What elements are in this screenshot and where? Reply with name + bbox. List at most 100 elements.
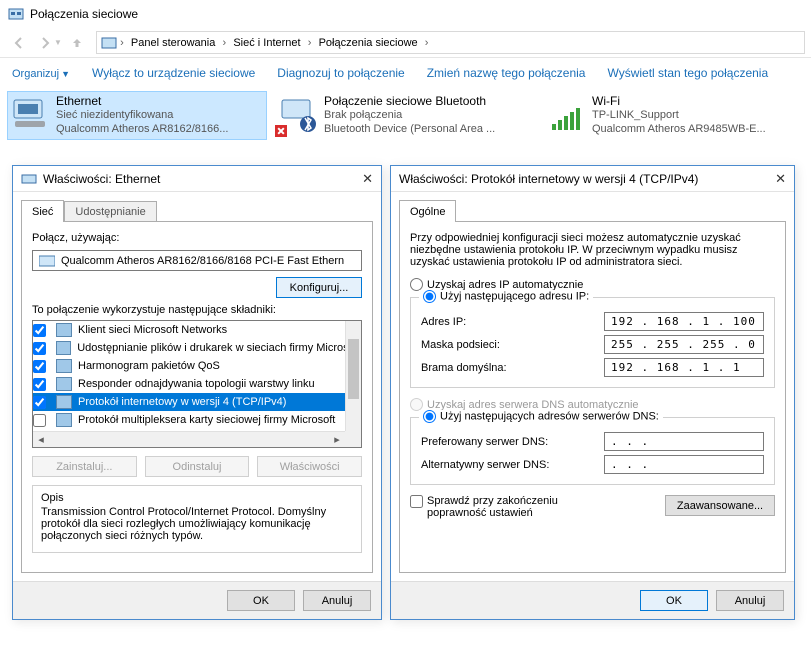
- wifi-icon: [546, 94, 586, 134]
- gateway-label: Brama domyślna:: [421, 362, 604, 374]
- dns1-label: Preferowany serwer DNS:: [421, 436, 604, 448]
- cancel-button[interactable]: Anuluj: [716, 590, 784, 611]
- connection-ethernet[interactable]: Ethernet Sieć niezidentyfikowana Qualcom…: [8, 92, 266, 139]
- component-icon: [56, 377, 72, 391]
- ok-button[interactable]: OK: [640, 590, 708, 611]
- connection-name: Połączenie sieciowe Bluetooth: [324, 94, 495, 109]
- connection-status: TP-LINK_Support: [592, 109, 766, 123]
- organize-menu[interactable]: Organizuj▼: [12, 66, 70, 80]
- nav-up-icon[interactable]: [66, 32, 88, 54]
- component-checkbox[interactable]: [33, 342, 46, 355]
- ipv4-properties-dialog: Właściwości: Protokół internetowy w wers…: [390, 165, 795, 620]
- window-title: Połączenia sieciowe: [30, 7, 138, 21]
- breadcrumb-item[interactable]: Panel sterowania: [127, 37, 219, 49]
- chevron-right-icon[interactable]: ›: [422, 37, 432, 49]
- connection-name: Ethernet: [56, 94, 228, 109]
- component-checkbox[interactable]: [33, 378, 46, 391]
- dns-manual-radio[interactable]: [423, 410, 436, 423]
- navbar: ▼ › Panel sterowania › Sieć i Internet ›…: [0, 28, 811, 58]
- list-item[interactable]: Harmonogram pakietów QoS: [33, 357, 345, 375]
- component-checkbox[interactable]: [33, 360, 46, 373]
- rename-button[interactable]: Zmień nazwę tego połączenia: [427, 66, 586, 80]
- status-button[interactable]: Wyświetl stan tego połączenia: [607, 66, 768, 80]
- close-button[interactable]: ✕: [756, 171, 786, 187]
- cancel-button[interactable]: Anuluj: [303, 590, 371, 611]
- connection-bluetooth[interactable]: Połączenie sieciowe Bluetooth Brak połąc…: [276, 92, 534, 139]
- connect-using-label: Połącz, używając:: [32, 232, 362, 244]
- intro-text: Przy odpowiedniej konfiguracji sieci moż…: [410, 232, 775, 268]
- ethernet-properties-dialog: Właściwości: Ethernet ✕ Sieć Udostępnian…: [12, 165, 382, 620]
- chevron-right-icon[interactable]: ›: [219, 37, 229, 49]
- subnet-mask-input[interactable]: 255 . 255 . 255 . 0: [604, 335, 764, 354]
- toolbar: Organizuj▼ Wyłącz to urządzenie sieciowe…: [0, 58, 811, 88]
- bluetooth-icon: [278, 94, 318, 134]
- network-connections-icon: [8, 6, 24, 22]
- vertical-scrollbar[interactable]: [345, 321, 361, 431]
- component-checkbox[interactable]: [33, 414, 46, 427]
- address-icon: [101, 35, 117, 51]
- nav-history-dropdown[interactable]: ▼: [54, 38, 62, 47]
- disable-device-button[interactable]: Wyłącz to urządzenie sieciowe: [92, 66, 255, 80]
- component-icon: [56, 395, 72, 409]
- chevron-right-icon[interactable]: ›: [305, 37, 315, 49]
- component-icon: [56, 413, 72, 427]
- dialog-title: Właściwości: Protokół internetowy w wers…: [399, 172, 756, 186]
- list-item[interactable]: Responder odnajdywania topologii warstwy…: [33, 375, 345, 393]
- description-title: Opis: [41, 492, 353, 504]
- validate-label: Sprawdź przy zakończeniu poprawność usta…: [427, 495, 617, 519]
- address-bar[interactable]: › Panel sterowania › Sieć i Internet › P…: [96, 31, 805, 54]
- ethernet-icon: [10, 94, 50, 134]
- components-list[interactable]: Klient sieci Microsoft Networks Udostępn…: [32, 320, 362, 448]
- dns-manual-label: Użyj następujących adresów serwerów DNS:: [440, 410, 659, 422]
- description-text: Transmission Control Protocol/Internet P…: [41, 506, 353, 542]
- component-icon: [56, 341, 71, 355]
- horizontal-scrollbar[interactable]: ◂▸: [33, 431, 345, 447]
- breadcrumb-item[interactable]: Połączenia sieciowe: [315, 37, 422, 49]
- subnet-mask-label: Maska podsieci:: [421, 339, 604, 351]
- ip-address-label: Adres IP:: [421, 316, 604, 328]
- adapter-name: Qualcomm Atheros AR8162/8166/8168 PCI-E …: [61, 255, 344, 267]
- ip-manual-radio[interactable]: [423, 290, 436, 303]
- adapter-name-box: Qualcomm Atheros AR8162/8166/8168 PCI-E …: [32, 250, 362, 271]
- disconnected-badge-icon: [274, 124, 288, 138]
- dns2-input[interactable]: . . .: [604, 455, 764, 474]
- chevron-right-icon[interactable]: ›: [117, 37, 127, 49]
- gateway-input[interactable]: 192 . 168 . 1 . 1: [604, 358, 764, 377]
- connection-wifi[interactable]: Wi-Fi TP-LINK_Support Qualcomm Atheros A…: [544, 92, 802, 139]
- diagnose-button[interactable]: Diagnozuj to połączenie: [277, 66, 404, 80]
- properties-button[interactable]: Właściwości: [257, 456, 362, 477]
- dns1-input[interactable]: . . .: [604, 432, 764, 451]
- dialog-title: Właściwości: Ethernet: [43, 172, 343, 186]
- ip-auto-label: Uzyskaj adres IP automatycznie: [427, 279, 775, 291]
- validate-checkbox[interactable]: [410, 495, 423, 508]
- connection-status: Sieć niezidentyfikowana: [56, 109, 228, 123]
- uninstall-button[interactable]: Odinstaluj: [145, 456, 250, 477]
- breadcrumb-item[interactable]: Sieć i Internet: [229, 37, 304, 49]
- component-checkbox[interactable]: [33, 324, 46, 337]
- connection-status: Brak połączenia: [324, 109, 495, 123]
- connection-device: Bluetooth Device (Personal Area ...: [324, 123, 495, 137]
- list-item[interactable]: Klient sieci Microsoft Networks: [33, 321, 345, 339]
- list-item[interactable]: Protokół internetowy w wersji 4 (TCP/IPv…: [33, 393, 345, 411]
- component-icon: [56, 323, 72, 337]
- connection-name: Wi-Fi: [592, 94, 766, 109]
- list-item[interactable]: Udostępnianie plików i drukarek w siecia…: [33, 339, 345, 357]
- advanced-button[interactable]: Zaawansowane...: [665, 495, 775, 516]
- tab-general[interactable]: Ogólne: [399, 200, 456, 222]
- configure-button[interactable]: Konfiguruj...: [276, 277, 362, 298]
- ok-button[interactable]: OK: [227, 590, 295, 611]
- nav-back-icon[interactable]: [6, 30, 32, 56]
- dns-auto-label: Uzyskaj adres serwera DNS automatycznie: [427, 399, 775, 411]
- component-checkbox[interactable]: [33, 396, 46, 409]
- connection-device: Qualcomm Atheros AR8162/8166...: [56, 123, 228, 137]
- tab-sharing[interactable]: Udostępnianie: [64, 201, 156, 222]
- components-label: To połączenie wykorzystuje następujące s…: [32, 304, 362, 316]
- ip-address-input[interactable]: 192 . 168 . 1 . 100: [604, 312, 764, 331]
- ip-manual-label: Użyj następującego adresu IP:: [440, 290, 589, 302]
- close-button[interactable]: ✕: [343, 171, 373, 187]
- tab-network[interactable]: Sieć: [21, 200, 64, 222]
- list-item[interactable]: Protokół multipleksera karty sieciowej f…: [33, 411, 345, 429]
- connection-device: Qualcomm Atheros AR9485WB-E...: [592, 123, 766, 137]
- adapter-icon: [39, 254, 55, 268]
- install-button[interactable]: Zainstaluj...: [32, 456, 137, 477]
